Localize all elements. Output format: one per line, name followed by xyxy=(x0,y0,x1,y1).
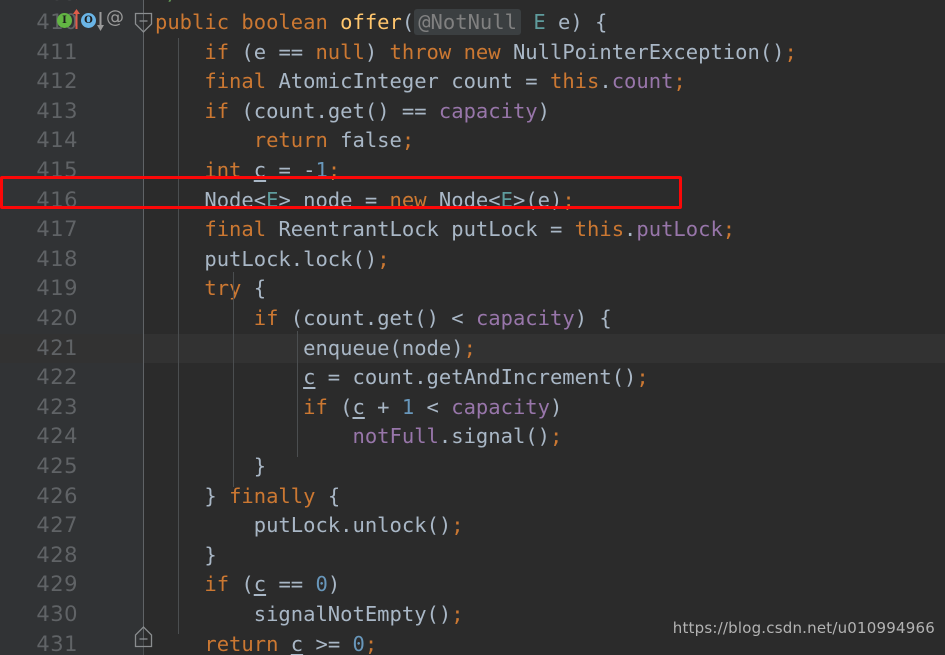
line-content: putLock.lock(); xyxy=(204,246,390,271)
line-number: 411 xyxy=(36,39,78,64)
code-line-426[interactable]: 426 } finally { xyxy=(0,482,945,512)
code-line-428[interactable]: 428 } xyxy=(0,541,945,571)
line-content: final ReentrantLock putLock = this.putLo… xyxy=(204,217,736,242)
code-line-411[interactable]: 411 if (e == null) throw new NullPointer… xyxy=(0,38,945,68)
line-content: } xyxy=(253,454,267,478)
fold-rail xyxy=(143,0,144,640)
code-editor[interactable]: 409 */ 410public boolean offer(@NotNull … xyxy=(0,0,945,655)
line-number: 427 xyxy=(36,513,78,538)
code-line-413[interactable]: 413 if (count.get() == capacity) xyxy=(0,97,945,127)
line-number: 416 xyxy=(36,187,78,212)
line-number: 421 xyxy=(36,335,78,360)
line-number: 412 xyxy=(36,69,78,94)
line-number: 422 xyxy=(36,365,78,390)
code-line-424[interactable]: 424 notFull.signal(); xyxy=(0,422,945,452)
line-number: 415 xyxy=(36,158,78,182)
line-content: Node<E> node = new Node<E>(e); xyxy=(204,187,575,212)
implementing-method-arrow-icon xyxy=(73,9,80,29)
annotation-at-glyph: @ xyxy=(106,7,124,28)
line-content: if (count.get() < capacity) { xyxy=(253,306,612,330)
line-content: } finally { xyxy=(204,483,341,508)
line-number: 413 xyxy=(36,98,78,123)
line-number: 424 xyxy=(36,424,78,449)
line-content: int c = -1; xyxy=(204,158,341,182)
annotation-icon[interactable]: @ xyxy=(106,9,124,27)
fold-collapse-bottom-icon[interactable] xyxy=(134,624,153,652)
indent-guide-2 xyxy=(233,272,234,487)
code-line-427[interactable]: 427 putLock.unlock(); xyxy=(0,511,945,541)
code-line-412[interactable]: 412 final AtomicInteger count = this.cou… xyxy=(0,67,945,97)
indent-guide-3 xyxy=(297,331,298,457)
line-content: } xyxy=(204,542,217,567)
inlay-hint-notnull: @NotNull xyxy=(414,9,521,35)
implementing-method-badge: I xyxy=(57,13,72,28)
code-line-421[interactable]: 421 enqueue(node); xyxy=(0,333,945,364)
line-content: if (c + 1 < capacity) xyxy=(303,394,563,419)
line-content: enqueue(node); xyxy=(303,335,476,360)
indent-guide-1 xyxy=(178,38,179,634)
line-content: return c >= 0; xyxy=(204,631,378,655)
line-content: try { xyxy=(204,276,267,301)
line-number: 430 xyxy=(36,602,78,626)
implementing-method-icon[interactable]: I xyxy=(57,13,72,28)
line-content: signalNotEmpty(); xyxy=(253,602,464,626)
line-number: 418 xyxy=(36,246,78,271)
overriding-method-icon[interactable]: O xyxy=(81,13,96,28)
line-number: 426 xyxy=(36,483,78,508)
line-content: final AtomicInteger count = this.count; xyxy=(204,69,686,94)
line-number: 428 xyxy=(36,542,78,567)
code-line-416[interactable]: 416 Node<E> node = new Node<E>(e); xyxy=(0,186,945,216)
line-number: 417 xyxy=(36,217,78,242)
code-line-415[interactable]: 415 int c = -1; xyxy=(0,156,945,186)
code-line-429[interactable]: 429 if (c == 0) xyxy=(0,570,945,600)
line-content: putLock.unlock(); xyxy=(253,513,464,538)
overriding-method-arrow-icon xyxy=(97,12,104,31)
code-line-422[interactable]: 422 c = count.getAndIncrement(); xyxy=(0,363,945,393)
code-line-414[interactable]: 414 return false; xyxy=(0,126,945,156)
code-line-420[interactable]: 420 if (count.get() < capacity) { xyxy=(0,304,945,334)
line-content: c = count.getAndIncrement(); xyxy=(303,365,649,390)
line-number: 414 xyxy=(36,128,78,153)
line-number: 425 xyxy=(36,454,78,478)
line-number: 431 xyxy=(36,631,78,655)
line-content: if (c == 0) xyxy=(204,572,341,597)
line-content: public boolean offer(@NotNull E e) { xyxy=(155,9,608,35)
watermark-url: https://blog.csdn.net/u010994966 xyxy=(672,619,935,637)
fold-chevron-down-icon xyxy=(134,12,153,33)
code-line-418[interactable]: 418 putLock.lock(); xyxy=(0,245,945,275)
line-content: return false; xyxy=(253,128,415,153)
line-content: if (count.get() == capacity) xyxy=(204,98,550,123)
code-line-425[interactable]: 425 } xyxy=(0,452,945,482)
line-number: 423 xyxy=(36,394,78,419)
code-line-423[interactable]: 423 if (c + 1 < capacity) xyxy=(0,393,945,423)
javadoc-comment-end: */ xyxy=(155,0,180,5)
code-line-419[interactable]: 419 try { xyxy=(0,274,945,304)
line-content: if (e == null) throw new NullPointerExce… xyxy=(204,39,797,64)
fold-chevron-up-icon xyxy=(134,626,153,648)
line-number: 419 xyxy=(36,276,78,301)
line-number: 429 xyxy=(36,572,78,597)
code-line-417[interactable]: 417 final ReentrantLock putLock = this.p… xyxy=(0,215,945,245)
line-number: 420 xyxy=(36,306,78,330)
overriding-method-badge: O xyxy=(81,13,96,28)
line-content: notFull.signal(); xyxy=(352,424,563,449)
fold-collapse-top-icon[interactable] xyxy=(134,12,153,40)
